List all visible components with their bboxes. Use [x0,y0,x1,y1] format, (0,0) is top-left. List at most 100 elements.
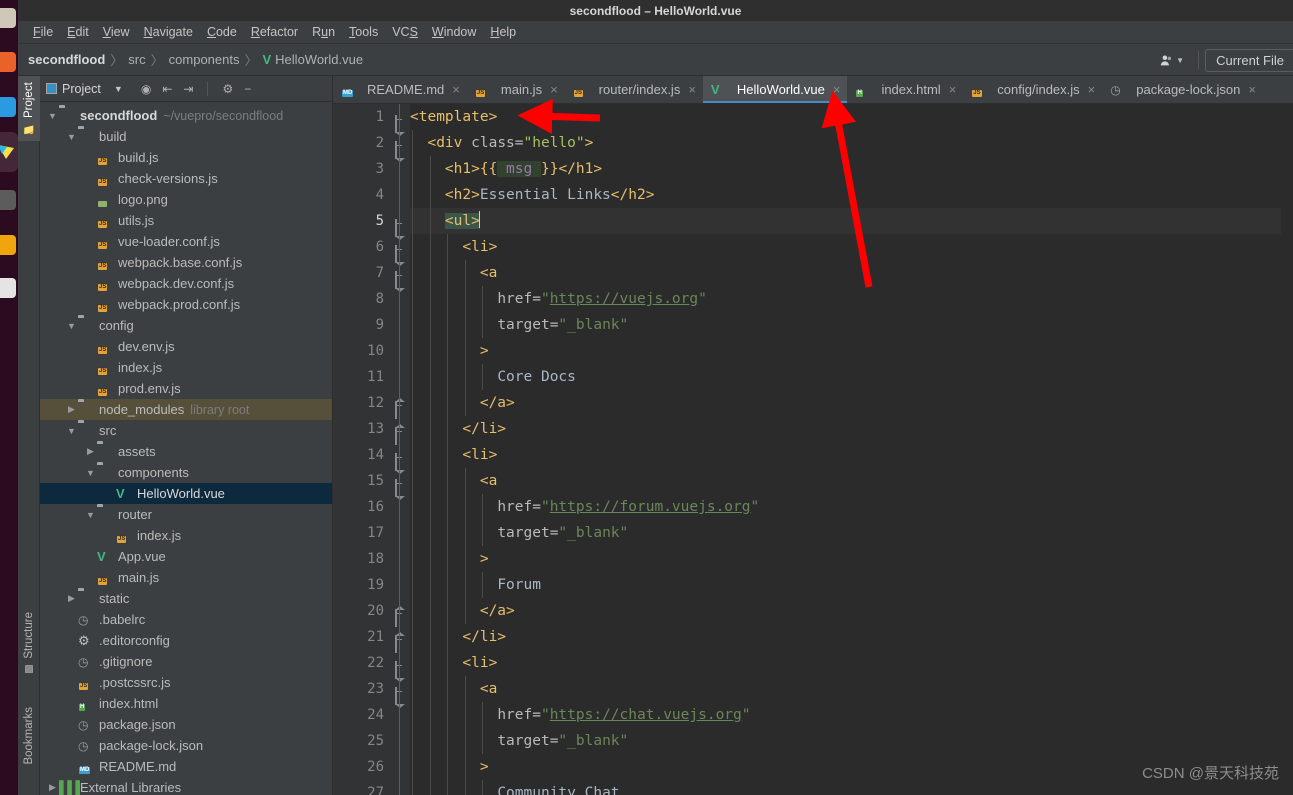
fold-expanded-icon[interactable] [395,111,406,133]
code-line[interactable]: 18 > [367,546,1293,572]
close-icon[interactable]: × [1248,82,1256,97]
code-line[interactable]: 10 > [367,338,1293,364]
menu-item-run[interactable]: Run [305,23,342,41]
sidebar-tab-structure[interactable]: ▩ Structure [18,606,40,681]
run-configuration-selector[interactable]: Current File [1205,48,1293,72]
vcs-user-button[interactable]: ▼ [1152,51,1192,70]
editor-tab-package-lock-json[interactable]: ◷ package-lock.json × [1102,76,1263,103]
tree-node-static[interactable]: ▶ static [40,588,332,609]
tree-node--editorconfig[interactable]: ⚙ .editorconfig [40,630,332,651]
menu-item-tools[interactable]: Tools [342,23,385,41]
collapse-all-icon[interactable]: ⇤ [162,83,172,95]
tree-node-main-js[interactable]: JS main.js [40,567,332,588]
fold-expanded-icon[interactable] [395,449,406,471]
dock-icon-terminal[interactable] [0,190,16,210]
tree-node-config[interactable]: ▼ config [40,315,332,336]
tree-node-build[interactable]: ▼ build [40,126,332,147]
tree-node-index-js[interactable]: JS index.js [40,357,332,378]
tree-node-logo-png[interactable]: logo.png [40,189,332,210]
chevron-right-icon[interactable]: ▶ [84,446,97,457]
dock-icon-software[interactable] [0,235,16,255]
code-line[interactable]: 1 <template> [376,104,1293,133]
dock-icon-help[interactable] [0,278,16,298]
fold-expanded-icon[interactable] [395,683,406,705]
chevron-down-icon[interactable]: ▼ [65,321,78,331]
chevron-down-icon[interactable]: ▼ [84,468,97,478]
fold-expanded-icon[interactable] [395,215,406,237]
target-icon[interactable]: ◉ [141,83,151,95]
chevron-right-icon[interactable]: ▶ [65,404,78,415]
menu-item-navigate[interactable]: Navigate [137,23,200,41]
editor-scrollbar[interactable] [1281,208,1293,795]
tree-node-external-libraries[interactable]: ▶ ▌▌▌ External Libraries [40,777,332,795]
tree-node-node-modules[interactable]: ▶ node_modules library root [40,399,332,420]
expand-all-icon[interactable]: ⇥ [183,83,193,95]
code-line[interactable]: 5 <ul> [376,208,1293,237]
tree-node-build-js[interactable]: JS build.js [40,147,332,168]
code-line[interactable]: 22 <li> [367,650,1293,679]
editor-tab-readme-md[interactable]: MD README.md × [333,76,467,103]
project-panel-title[interactable]: Project ▼ [46,82,123,96]
minimize-icon[interactable]: − [244,83,251,95]
chevron-down-icon[interactable]: ▼ [65,132,78,142]
fold-expanded-icon[interactable] [395,475,406,497]
breadcrumb-item-src[interactable]: src [128,52,145,67]
close-icon[interactable]: × [833,82,841,97]
sidebar-tab-bookmarks[interactable]: Bookmarks [18,701,40,771]
code-line[interactable]: 14 <li> [367,442,1293,471]
tree-node-router[interactable]: ▼ router [40,504,332,525]
tree-node-index-js[interactable]: JS index.js [40,525,332,546]
editor-code-area[interactable]: 1 <template> 2 <div class="hello"> 3 <h1>{{… [367,104,1293,795]
tree-node-app-vue[interactable]: V App.vue [40,546,332,567]
fold-expanded-icon[interactable] [395,267,406,289]
dock-icon-thunderbird[interactable] [0,97,16,117]
close-icon[interactable]: × [1088,82,1096,97]
tree-node-check-versions-js[interactable]: JS check-versions.js [40,168,332,189]
breadcrumb-item-components[interactable]: components [169,52,240,67]
editor-tab-index-html[interactable]: Hindex.html × [847,76,963,103]
close-icon[interactable]: × [550,82,558,97]
fold-collapsed-icon[interactable] [395,605,406,627]
gear-icon[interactable]: ⚙ [222,83,233,95]
menu-item-view[interactable]: View [96,23,137,41]
editor-tab-helloworld-vue[interactable]: V HelloWorld.vue × [702,76,848,103]
breadcrumb-item-secondflood[interactable]: secondflood [28,52,105,67]
tree-node-webpack-dev-conf-js[interactable]: JS webpack.dev.conf.js [40,273,332,294]
breadcrumb-item-helloworld-vue[interactable]: HelloWorld.vue [275,52,363,67]
fold-expanded-icon[interactable] [395,657,406,679]
tree-node-vue-loader-conf-js[interactable]: JS vue-loader.conf.js [40,231,332,252]
code-line[interactable]: 2 <div class="hello"> [376,130,1293,159]
code-line[interactable]: 20 </a> [367,598,1293,627]
tree-node-prod-env-js[interactable]: JS prod.env.js [40,378,332,399]
chevron-down-icon[interactable]: ▼ [114,84,123,94]
code-line[interactable]: 23 <a [367,676,1293,705]
code-line[interactable]: 8 href="https://vuejs.org" [376,286,1293,312]
code-line[interactable]: 16 href="https://forum.vuejs.org" [367,494,1293,520]
menu-item-window[interactable]: Window [425,23,483,41]
tree-node--babelrc[interactable]: ◷ .babelrc [40,609,332,630]
tree-node-src[interactable]: ▼ src [40,420,332,441]
tree-node-utils-js[interactable]: JS utils.js [40,210,332,231]
code-editor[interactable]: 1 <template> 2 <div class="hello"> 3 <h1>{{… [333,104,1293,795]
chevron-down-icon[interactable]: ▼ [46,111,59,121]
editor-tab-router-index-js[interactable]: JS router/index.js × [565,76,703,103]
editor-tab-config-index-js[interactable]: JS config/index.js × [963,76,1102,103]
tree-node-secondflood[interactable]: ▼ secondflood ~/vuepro/secondflood [40,105,332,126]
tree-node-webpack-prod-conf-js[interactable]: JS webpack.prod.conf.js [40,294,332,315]
chevron-down-icon[interactable]: ▼ [65,426,78,436]
menu-item-edit[interactable]: Edit [60,23,96,41]
code-line[interactable]: 13 </li> [367,416,1293,445]
dock-icon-files[interactable] [0,8,16,28]
code-line[interactable]: 3 <h1>{{ msg }}</h1> [376,156,1293,182]
code-line[interactable]: 19 Forum [367,572,1293,598]
tree-node-webpack-base-conf-js[interactable]: JS webpack.base.conf.js [40,252,332,273]
chevron-right-icon[interactable]: ▶ [65,593,78,604]
code-line[interactable]: 17 target="_blank" [367,520,1293,546]
chevron-right-icon[interactable]: ▶ [46,782,59,793]
tree-node-helloworld-vue[interactable]: V HelloWorld.vue [40,483,332,504]
tree-node-readme-md[interactable]: MD README.md [40,756,332,777]
fold-collapsed-icon[interactable] [395,631,406,653]
fold-expanded-icon[interactable] [395,137,406,159]
tree-node-package-lock-json[interactable]: ◷ package-lock.json [40,735,332,756]
close-icon[interactable]: × [688,82,696,97]
